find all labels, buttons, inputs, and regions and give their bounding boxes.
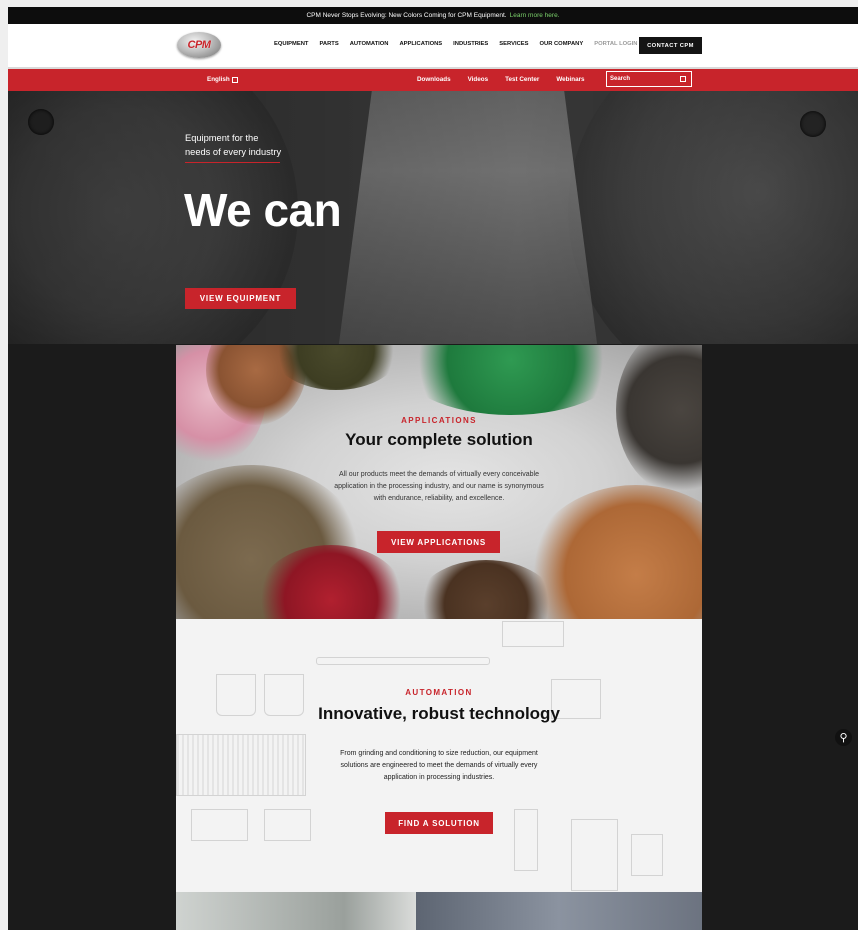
nav-links: EQUIPMENT PARTS AUTOMATION APPLICATIONS … xyxy=(274,41,637,47)
search-placeholder: Search xyxy=(610,76,631,82)
nav-item-equipment[interactable]: EQUIPMENT xyxy=(274,41,308,47)
nav-item-automation[interactable]: AUTOMATION xyxy=(350,41,389,47)
conveyor-sketch-icon xyxy=(176,734,306,796)
automation-kicker: AUTOMATION xyxy=(405,688,473,697)
hero-subtitle: Equipment for the needs of every industr… xyxy=(185,131,305,159)
cabinet-sketch-icon xyxy=(571,819,618,891)
nav-item-industries[interactable]: INDUSTRIES xyxy=(453,41,488,47)
utility-bar: English Downloads Videos Test Center Web… xyxy=(8,69,858,91)
applications-body-line2: application in the processing industry, … xyxy=(334,483,544,490)
applications-kicker: APPLICATIONS xyxy=(401,416,477,425)
announcement-bar: CPM Never Stops Evolving: New Colors Com… xyxy=(8,7,858,24)
announcement-link[interactable]: Learn more here. xyxy=(510,12,560,19)
hero-subtitle-line1: Equipment for the xyxy=(185,133,259,143)
utility-links: Downloads Videos Test Center Webinars xyxy=(417,76,585,83)
applications-body-line1: All our products meet the demands of vir… xyxy=(339,471,539,478)
applications-body-line3: with endurance, reliability, and excelle… xyxy=(373,495,505,502)
nav-item-portal-login[interactable]: PORTAL LOGIN xyxy=(594,41,637,47)
fan-sketch-icon xyxy=(631,834,663,876)
automation-section: AUTOMATION Innovative, robust technology… xyxy=(176,619,702,892)
facility-photo-image[interactable] xyxy=(176,892,416,930)
automation-body-line2: solutions are engineered to meet the dem… xyxy=(340,762,538,769)
automation-body: From grinding and conditioning to size r… xyxy=(316,748,562,784)
utility-link-videos[interactable]: Videos xyxy=(468,76,489,83)
applications-heading: Your complete solution xyxy=(345,430,533,449)
hero-title: We can xyxy=(184,184,342,236)
machinery-photo-image[interactable] xyxy=(416,892,702,930)
utility-link-test-center[interactable]: Test Center xyxy=(505,76,539,83)
automation-body-line3: application in processing industries. xyxy=(383,774,495,781)
announcement-text: CPM Never Stops Evolving: New Colors Com… xyxy=(306,12,507,19)
language-dropdown-icon xyxy=(231,76,238,83)
automation-body-line1: From grinding and conditioning to size r… xyxy=(340,750,538,757)
search-input[interactable]: Search xyxy=(606,71,692,87)
search-icon[interactable] xyxy=(680,76,686,82)
hero-divider xyxy=(185,162,280,163)
utility-link-webinars[interactable]: Webinars xyxy=(556,76,584,83)
logo-text: CPM xyxy=(187,39,211,51)
mixer-sketch-icon xyxy=(191,809,248,841)
frame-sketch-icon xyxy=(502,621,564,647)
automation-heading: Innovative, robust technology xyxy=(318,704,560,723)
cpm-logo[interactable]: CPM xyxy=(177,32,221,58)
utility-link-downloads[interactable]: Downloads xyxy=(417,76,451,83)
nav-item-applications[interactable]: APPLICATIONS xyxy=(399,41,442,47)
contact-cpm-button[interactable]: CONTACT CPM xyxy=(639,37,702,54)
nav-item-parts[interactable]: PARTS xyxy=(319,41,338,47)
view-equipment-button[interactable]: VIEW EQUIPMENT xyxy=(185,288,296,309)
bottom-tiles xyxy=(176,892,702,930)
mixer-sketch-icon xyxy=(264,809,311,841)
nav-item-our-company[interactable]: OUR COMPANY xyxy=(540,41,584,47)
applications-body: All our products meet the demands of vir… xyxy=(316,469,562,505)
hero-banner: Equipment for the needs of every industr… xyxy=(8,91,858,344)
cabinet-sketch-icon xyxy=(514,809,538,871)
language-selector[interactable]: English xyxy=(207,76,238,83)
find-a-solution-button[interactable]: FIND A SOLUTION xyxy=(385,812,493,834)
hero-subtitle-line2: needs of every industry xyxy=(185,147,282,157)
nav-item-services[interactable]: SERVICES xyxy=(499,41,528,47)
accessibility-icon[interactable]: ⚲ xyxy=(835,729,852,746)
pipe-sketch-icon xyxy=(316,657,490,665)
view-applications-button[interactable]: VIEW APPLICATIONS xyxy=(377,531,500,553)
applications-section: APPLICATIONS Your complete solution All … xyxy=(176,345,702,619)
language-label: English xyxy=(207,76,230,83)
page-viewport: CPM Never Stops Evolving: New Colors Com… xyxy=(8,7,858,930)
main-nav: CPM EQUIPMENT PARTS AUTOMATION APPLICATI… xyxy=(8,24,858,69)
